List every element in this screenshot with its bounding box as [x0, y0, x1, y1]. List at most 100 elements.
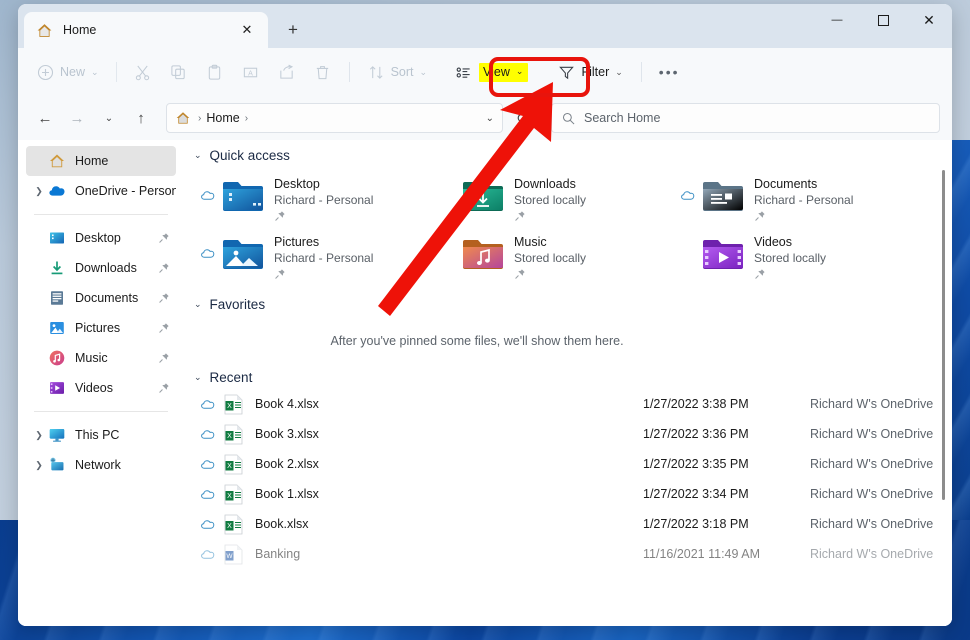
new-tab-button[interactable]: + [278, 15, 308, 45]
rename-button[interactable]: A [233, 56, 268, 88]
file-name: Book 2.xlsx [255, 457, 643, 471]
filter-button[interactable]: Filter ⌄ [549, 56, 631, 88]
recent-file-list: X Book 4.xlsx 1/27/2022 3:38 PM Richard … [182, 389, 952, 569]
pin-icon[interactable] [514, 210, 526, 222]
pin-icon[interactable] [158, 382, 170, 394]
copy-button[interactable] [161, 56, 196, 88]
toolbar-divider [116, 62, 117, 82]
file-name: Banking [255, 547, 643, 561]
sidebar-item-home[interactable]: Home [26, 146, 176, 176]
share-icon [278, 64, 295, 81]
pin-icon[interactable] [754, 268, 766, 280]
svg-text:X: X [227, 463, 232, 470]
vertical-scrollbar[interactable] [936, 144, 950, 610]
table-row[interactable]: X Book 2.xlsx 1/27/2022 3:35 PM Richard … [200, 449, 952, 479]
tile-name: Desktop [274, 177, 373, 191]
table-row[interactable]: X Book.xlsx 1/27/2022 3:18 PM Richard W'… [200, 509, 952, 539]
breadcrumb[interactable]: › Home › ⌄ [166, 103, 503, 133]
sidebar-item-this-pc[interactable]: ❯ This PC [26, 420, 176, 450]
toolbar-divider [641, 62, 642, 82]
pin-icon[interactable] [158, 292, 170, 304]
recent-header[interactable]: ⌄ Recent [182, 362, 952, 389]
delete-button[interactable] [305, 56, 340, 88]
network-icon [48, 456, 66, 474]
breadcrumb-separator: › [193, 113, 206, 124]
tab-home[interactable]: Home ✕ [24, 12, 268, 48]
pin-icon[interactable] [158, 352, 170, 364]
share-button[interactable] [269, 56, 304, 88]
table-row[interactable]: X Book 3.xlsx 1/27/2022 3:36 PM Richard … [200, 419, 952, 449]
up-button[interactable]: ↑ [126, 103, 156, 133]
file-owner: Richard W's OneDrive [810, 457, 933, 471]
chevron-down-icon[interactable]: ⌄ [194, 372, 202, 383]
tile-name: Downloads [514, 177, 586, 191]
sidebar-divider [34, 214, 168, 215]
new-button[interactable]: New ⌄ [28, 56, 108, 88]
cloud-icon [200, 456, 216, 472]
pin-icon[interactable] [754, 210, 766, 222]
quick-access-tile[interactable]: Videos Stored locally [680, 229, 920, 287]
sidebar-item-onedrive[interactable]: ❯ OneDrive - Persona [26, 176, 176, 206]
maximize-button[interactable] [860, 4, 906, 36]
favorites-header[interactable]: ⌄ Favorites [182, 287, 952, 316]
close-tab-icon[interactable]: ✕ [234, 17, 260, 43]
folder-icon-downloads [462, 179, 504, 213]
minimize-button[interactable]: — [814, 4, 860, 36]
paste-button[interactable] [197, 56, 232, 88]
sidebar-item-desktop[interactable]: Desktop [26, 223, 176, 253]
title-bar: Home ✕ + — ✕ [18, 4, 952, 48]
chevron-right-icon[interactable]: ❯ [30, 430, 48, 441]
file-date: 1/27/2022 3:36 PM [643, 427, 810, 441]
cut-button[interactable] [125, 56, 160, 88]
quick-access-header[interactable]: ⌄ Quick access [182, 140, 952, 167]
sidebar-item-documents[interactable]: Documents [26, 283, 176, 313]
quick-access-tile[interactable]: Music Stored locally [440, 229, 680, 287]
table-row[interactable]: W Banking 11/16/2021 11:49 AM Richard W'… [200, 539, 952, 569]
breadcrumb-chevron-icon[interactable]: ⌄ [486, 113, 494, 124]
chevron-right-icon[interactable]: ❯ [30, 460, 48, 471]
pin-icon[interactable] [274, 268, 286, 280]
file-explorer-window: Home ✕ + — ✕ New ⌄ [18, 4, 952, 626]
folder-icon-desktop [222, 179, 264, 213]
quick-access-tile[interactable]: Downloads Stored locally [440, 171, 680, 229]
close-window-button[interactable]: ✕ [906, 4, 952, 36]
pin-icon[interactable] [158, 322, 170, 334]
chevron-right-icon[interactable]: ❯ [30, 186, 48, 197]
overflow-menu-button[interactable]: ••• [651, 64, 688, 80]
sidebar-item-downloads[interactable]: Downloads [26, 253, 176, 283]
tile-text: Desktop Richard - Personal [274, 175, 373, 227]
quick-access-tile[interactable]: Pictures Richard - Personal [200, 229, 440, 287]
folder-icon-documents [702, 179, 744, 213]
forward-button[interactable]: → [62, 103, 92, 133]
desktop-icon [48, 229, 66, 247]
home-icon [175, 110, 191, 126]
chevron-down-icon[interactable]: ⌄ [194, 299, 202, 310]
search-box[interactable]: Search Home [551, 103, 940, 133]
sidebar-item-network[interactable]: ❯ Network [26, 450, 176, 480]
scrollbar-thumb[interactable] [942, 170, 945, 500]
pin-icon[interactable] [274, 210, 286, 222]
sidebar-item-music[interactable]: Music [26, 343, 176, 373]
refresh-button[interactable]: ⟳ [509, 104, 537, 132]
quick-access-grid: Desktop Richard - Personal [182, 167, 952, 287]
pin-icon[interactable] [514, 268, 526, 280]
recent-locations-button[interactable]: ⌄ [94, 103, 124, 133]
chevron-down-icon[interactable]: ⌄ [194, 150, 202, 161]
cloud-icon [200, 486, 216, 502]
cloud-icon [200, 426, 216, 442]
sidebar-item-videos[interactable]: Videos [26, 373, 176, 403]
table-row[interactable]: X Book 1.xlsx 1/27/2022 3:34 PM Richard … [200, 479, 952, 509]
search-input[interactable]: Search Home [584, 111, 660, 125]
quick-access-tile[interactable]: Documents Richard - Personal [680, 171, 920, 229]
back-button[interactable]: ← [30, 103, 60, 133]
sidebar-item-pictures[interactable]: Pictures [26, 313, 176, 343]
sort-button[interactable]: Sort ⌄ [359, 56, 436, 88]
table-row[interactable]: X Book 4.xlsx 1/27/2022 3:38 PM Richard … [200, 389, 952, 419]
view-button[interactable]: View ⌄ [447, 56, 536, 88]
breadcrumb-home[interactable]: Home [206, 111, 239, 125]
favorites-empty-message: After you've pinned some files, we'll sh… [182, 316, 952, 362]
quick-access-tile[interactable]: Desktop Richard - Personal [200, 171, 440, 229]
pin-icon[interactable] [158, 262, 170, 274]
tile-subtitle: Richard - Personal [754, 193, 853, 207]
pin-icon[interactable] [158, 232, 170, 244]
